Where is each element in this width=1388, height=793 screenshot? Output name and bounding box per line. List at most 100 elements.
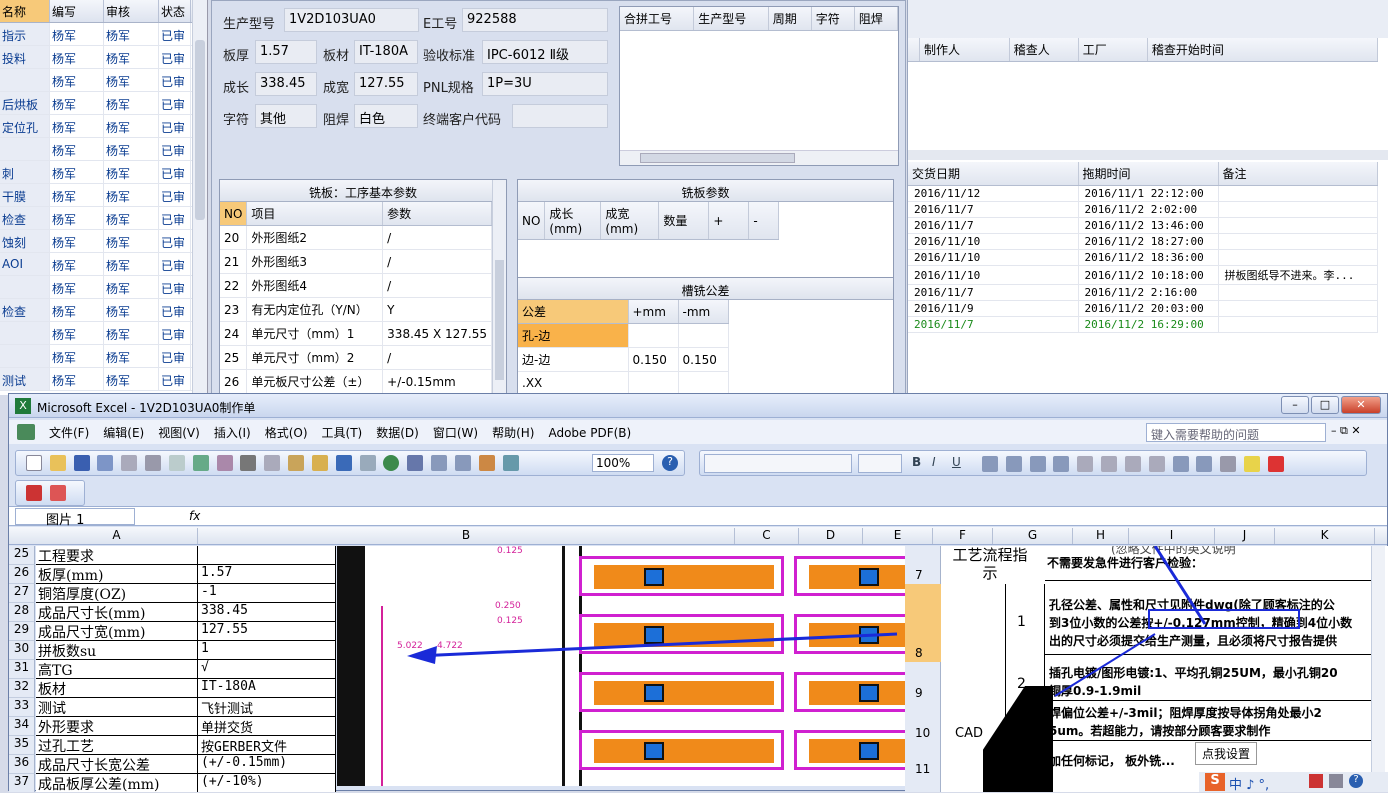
cell-a[interactable]: 成品尺寸宽(mm) (36, 622, 198, 641)
col-tolerance[interactable]: 公差 (518, 300, 629, 324)
col-plus[interactable]: +mm (628, 300, 679, 324)
pdf-convert-icon[interactable] (26, 485, 42, 501)
cell-a[interactable]: 测试 (36, 698, 198, 717)
align-center-icon[interactable] (1005, 456, 1022, 472)
cell-b[interactable] (198, 546, 336, 565)
length-field[interactable]: 338.45 (255, 72, 317, 96)
col-minus[interactable]: -mm (678, 300, 729, 324)
align-right-icon[interactable] (1029, 456, 1046, 472)
delivery-row[interactable]: 2016/11/10 2016/11/2 18:36:00 (908, 249, 1378, 266)
row-header[interactable]: 30 (9, 641, 35, 660)
left-grid-row[interactable]: 杨军 杨军 已审 (0, 138, 207, 161)
row-header[interactable]: 28 (9, 603, 35, 622)
underline-button[interactable]: U (952, 455, 961, 469)
row-header[interactable]: 32 (9, 679, 35, 698)
left-grid-row[interactable]: 杨军 杨军 已审 (0, 345, 207, 368)
cell-b[interactable]: 127.55 (198, 622, 336, 641)
mill-basic-row[interactable]: 26 单元板尺寸公差（±） +/-0.15mm (220, 369, 492, 393)
col-header-status[interactable]: 状态 (159, 0, 191, 22)
col-remark[interactable]: 备注 (1218, 162, 1378, 186)
maximize-button[interactable]: □ (1311, 396, 1339, 414)
bold-button[interactable]: B (912, 455, 921, 469)
menu-item[interactable]: 工具(T) (322, 426, 363, 440)
char-field[interactable]: 其他 (255, 104, 317, 128)
sort-asc-icon[interactable] (431, 455, 448, 471)
audit-col-header[interactable]: 制作人 (919, 38, 1010, 62)
format-painter-icon[interactable] (311, 455, 328, 471)
pcb-panel-drawing[interactable]: 5.022 4.722 0.250 0.125 0.125 (337, 546, 905, 786)
row-header[interactable]: 29 (9, 622, 35, 641)
menu-item[interactable]: 帮助(H) (492, 426, 534, 440)
column-header[interactable]: F (933, 528, 993, 544)
left-grid-row[interactable]: 杨军 杨军 已审 (0, 322, 207, 345)
permission-icon[interactable] (97, 455, 114, 471)
column-header[interactable]: C (735, 528, 799, 544)
left-grid-row[interactable]: 检查 杨军 杨军 已审 (0, 207, 207, 230)
cell-a[interactable]: 板厚(mm) (36, 565, 198, 584)
menu-item[interactable]: Adobe PDF(B) (548, 426, 631, 440)
e-no-field[interactable]: 922588 (462, 8, 608, 32)
zoom-select[interactable]: 100% (592, 454, 654, 472)
delivery-row[interactable]: 2016/11/7 2016/11/2 2:16:00 (908, 284, 1378, 301)
left-grid-row[interactable]: 刺杨军 杨军 已审 (0, 161, 207, 184)
spelling-icon[interactable] (192, 455, 209, 471)
cell-a[interactable]: 过孔工艺 (36, 736, 198, 755)
cell-b[interactable]: (+/-10%) (198, 774, 336, 792)
help-search-input[interactable]: 键入需要帮助的问题 (1146, 423, 1326, 442)
menu-item[interactable]: 窗口(W) (433, 426, 478, 440)
col-no[interactable]: NO (220, 202, 248, 226)
undo-icon[interactable] (335, 455, 352, 471)
delivery-row[interactable]: 2016/11/7 2016/11/2 2:02:00 (908, 201, 1378, 218)
left-grid-row[interactable]: 杨军 杨军 已审 (0, 276, 207, 299)
align-left-icon[interactable] (982, 456, 998, 472)
excel-titlebar[interactable]: X Microsoft Excel - 1V2D103UA0制作单 – □ ✕ (9, 394, 1387, 418)
decrease-decimal-icon[interactable] (1148, 456, 1165, 472)
hscroll-thumb[interactable] (640, 153, 795, 163)
col-delivery-date[interactable]: 交货日期 (908, 162, 1079, 186)
chart-wizard-icon[interactable] (478, 455, 495, 471)
cell-b[interactable]: 1.57 (198, 565, 336, 584)
fill-color-icon[interactable] (1244, 456, 1261, 472)
mill-basic-row[interactable]: 21 外形图纸3/ (220, 249, 492, 274)
delivery-row[interactable]: 2016/11/12 2016/11/1 22:12:00 (908, 185, 1378, 202)
width-field[interactable]: 127.55 (354, 72, 418, 96)
doc-window-controls[interactable]: – ⧉ ✕ (1331, 424, 1361, 438)
merge-center-icon[interactable] (1053, 456, 1070, 472)
left-grid-row[interactable]: 干膜 杨军 杨军 已审 (0, 184, 207, 207)
cell-a[interactable]: 成品板厚公差(mm) (36, 774, 198, 792)
mill-params-col-header[interactable]: - (748, 202, 780, 240)
thick-field[interactable]: 1.57 (255, 40, 317, 64)
delivery-row[interactable]: 2016/11/10 2016/11/2 10:18:00 拼板图纸导不进来。李..… (908, 265, 1378, 285)
align-icons[interactable] (980, 456, 1286, 472)
tray-icon-2[interactable] (1329, 774, 1343, 788)
copy-icon[interactable] (264, 455, 281, 471)
col-item[interactable]: 项目 (246, 202, 384, 226)
left-grid-row[interactable]: 杨军 杨军 已审 (0, 69, 207, 92)
column-header[interactable]: E (863, 528, 933, 544)
col-delay-time[interactable]: 拖期时间 (1078, 162, 1219, 186)
delivery-row[interactable]: 2016/11/9 2016/11/2 20:03:00 (908, 300, 1378, 317)
column-header[interactable]: D (799, 528, 863, 544)
help-icon[interactable]: ? (662, 455, 678, 471)
row-header[interactable]: 26 (9, 565, 35, 584)
column-header[interactable]: A (36, 528, 198, 544)
row-header[interactable]: 33 (9, 698, 35, 717)
mill-basic-row[interactable]: 20 外形图纸2/ (220, 225, 492, 250)
column-header[interactable]: B (198, 528, 735, 544)
mill-basic-scrollbar[interactable] (492, 180, 506, 393)
font-name-select[interactable] (704, 454, 852, 473)
column-header[interactable]: K (1275, 528, 1375, 544)
redo-icon[interactable] (359, 455, 376, 471)
slot-tolerance-row[interactable]: .XX (518, 371, 729, 393)
column-header[interactable]: H (1073, 528, 1129, 544)
mill-params-col-header[interactable]: 成长(mm) (544, 202, 602, 240)
currency-icon[interactable] (1077, 456, 1094, 472)
tray-icon-1[interactable] (1309, 774, 1323, 788)
cell-b[interactable]: IT-180A (198, 679, 336, 698)
workbook-icon[interactable] (17, 424, 35, 440)
print-preview-icon[interactable] (168, 455, 185, 471)
model-field[interactable]: 1V2D103UA0 (284, 8, 419, 32)
close-button[interactable]: ✕ (1341, 396, 1381, 414)
cell-a[interactable]: 外形要求 (36, 717, 198, 736)
print-icon[interactable] (145, 455, 162, 471)
